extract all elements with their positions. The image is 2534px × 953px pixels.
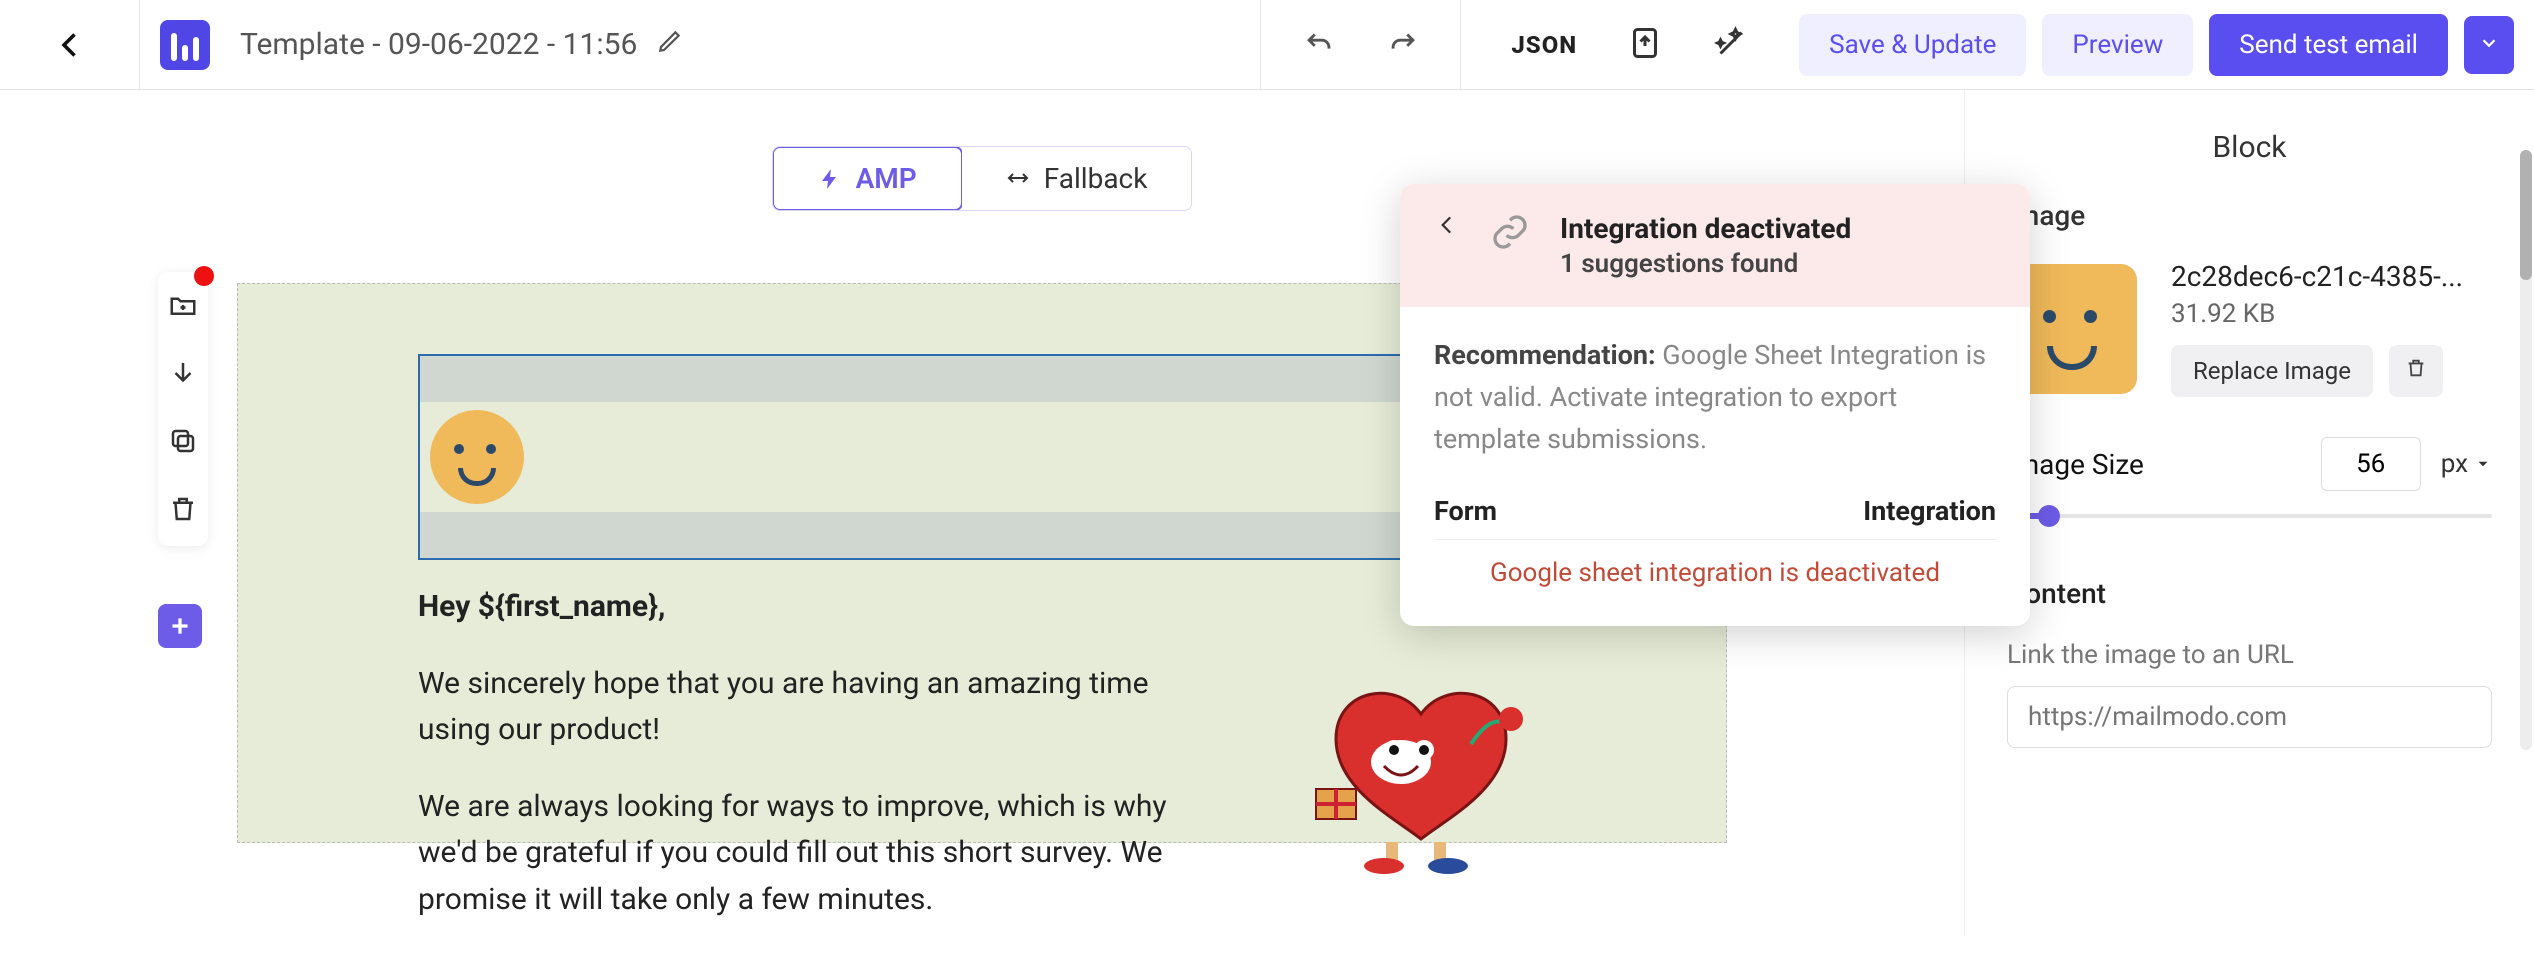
smiley-image xyxy=(430,410,524,504)
image-size-input[interactable] xyxy=(2321,437,2421,491)
image-filename: 2c28dec6-c21c-4385-... xyxy=(2171,260,2492,293)
replace-image-button[interactable]: Replace Image xyxy=(2171,345,2373,397)
recommendation-text: Recommendation: Google Sheet Integration… xyxy=(1434,335,1996,461)
tab-amp[interactable]: AMP xyxy=(772,146,963,211)
move-down-icon[interactable] xyxy=(168,358,198,392)
integration-warning-popover: Integration deactivated 1 suggestions fo… xyxy=(1400,184,2030,626)
popover-title: Integration deactivated xyxy=(1560,212,1851,245)
template-title: Template - 09-06-2022 - 11:56 xyxy=(240,27,637,62)
heart-character-image xyxy=(1306,674,1536,874)
undo-icon[interactable] xyxy=(1302,26,1336,64)
right-panel: Block Image 2c28dec6-c21c-4385-... 31.92… xyxy=(1964,90,2534,936)
delete-image-button[interactable] xyxy=(2389,345,2443,397)
image-filesize: 31.92 KB xyxy=(2171,299,2492,329)
paragraph-1: We sincerely hope that you are having an… xyxy=(418,661,1178,754)
image-size-slider[interactable] xyxy=(2007,505,2492,527)
save-update-button[interactable]: Save & Update xyxy=(1799,14,2026,76)
popover-subtitle: 1 suggestions found xyxy=(1560,249,1851,279)
export-icon[interactable] xyxy=(1627,25,1663,65)
delete-icon[interactable] xyxy=(168,494,198,528)
greeting-text: Hey ${first_name}, xyxy=(418,584,1178,631)
back-button[interactable] xyxy=(0,0,140,89)
json-icon[interactable]: JSON xyxy=(1511,31,1577,59)
duplicate-icon[interactable] xyxy=(168,426,198,460)
link-url-input[interactable] xyxy=(2007,686,2492,748)
col-form-label: Form xyxy=(1434,495,1497,527)
panel-scrollbar-thumb[interactable] xyxy=(2520,150,2532,280)
variant-tabs: AMP Fallback xyxy=(772,146,1193,211)
block-heading: Block xyxy=(2007,130,2492,165)
preview-button[interactable]: Preview xyxy=(2042,14,2193,76)
col-integration-label: Integration xyxy=(1863,495,1996,527)
email-body[interactable]: Hey ${first_name}, We sincerely hope tha… xyxy=(418,584,1178,953)
tab-fallback[interactable]: Fallback xyxy=(962,147,1192,210)
unit-dropdown[interactable]: px xyxy=(2441,449,2492,479)
link-icon xyxy=(1490,212,1530,256)
tab-fallback-label: Fallback xyxy=(1044,162,1148,195)
block-toolbar xyxy=(158,272,208,546)
magic-wand-icon[interactable] xyxy=(1713,25,1749,65)
link-field-label: Link the image to an URL xyxy=(2007,640,2492,670)
add-folder-icon[interactable] xyxy=(168,290,198,324)
redo-icon[interactable] xyxy=(1386,26,1420,64)
section-image-heading: Image xyxy=(2007,199,2492,232)
image-size-label: Image Size xyxy=(2007,448,2301,481)
send-test-email-button[interactable]: Send test email xyxy=(2209,14,2448,76)
app-logo xyxy=(140,20,230,70)
popover-back-icon[interactable] xyxy=(1434,212,1460,242)
send-dropdown-button[interactable] xyxy=(2464,16,2514,74)
tab-amp-label: AMP xyxy=(856,162,917,195)
deactivated-message: Google sheet integration is deactivated xyxy=(1434,540,1996,598)
edit-title-icon[interactable] xyxy=(657,27,683,62)
content-heading: Content xyxy=(2007,577,2492,610)
paragraph-2: We are always looking for ways to improv… xyxy=(418,784,1178,924)
add-block-button[interactable] xyxy=(158,604,202,648)
notification-dot xyxy=(194,266,214,286)
